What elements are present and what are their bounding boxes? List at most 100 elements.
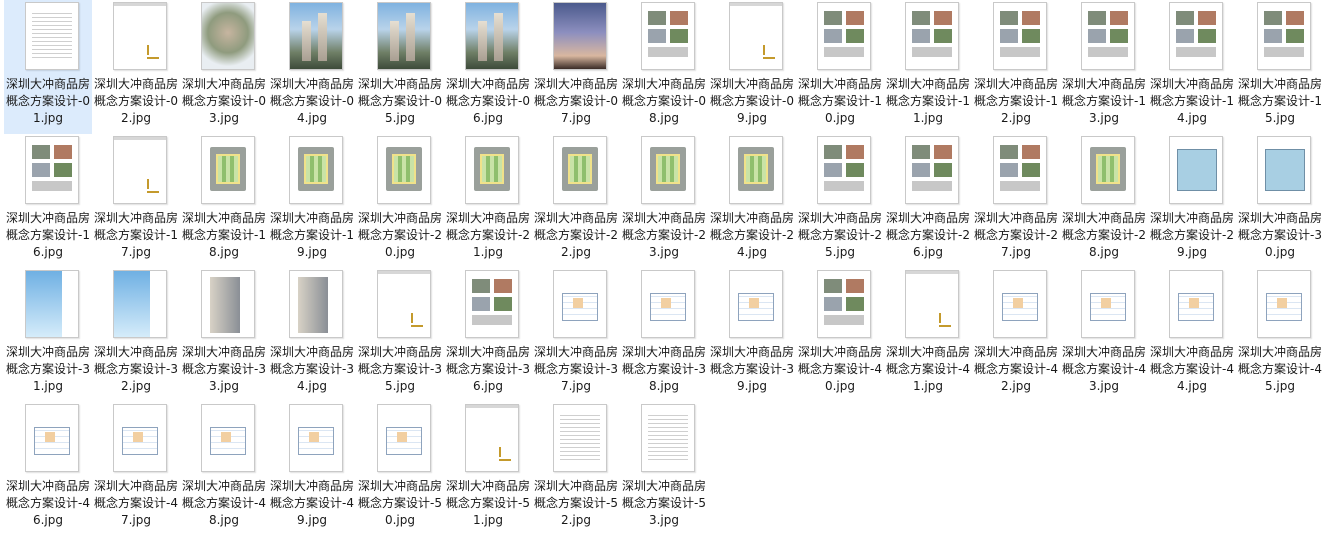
file-item[interactable]: 深圳大冲商品房概念方案设计-27.jpg — [972, 134, 1060, 268]
file-item[interactable]: 深圳大冲商品房概念方案设计-44.jpg — [1148, 268, 1236, 402]
file-item[interactable]: 深圳大冲商品房概念方案设计-29.jpg — [1148, 134, 1236, 268]
file-thumbnail — [1257, 2, 1311, 70]
file-name-label: 深圳大冲商品房概念方案设计-49.jpg — [269, 479, 354, 527]
file-item[interactable]: 深圳大冲商品房概念方案设计-13.jpg — [1060, 0, 1148, 134]
file-item[interactable]: 深圳大冲商品房概念方案设计-46.jpg — [4, 402, 92, 536]
file-item[interactable]: 深圳大冲商品房概念方案设计-38.jpg — [620, 268, 708, 402]
file-thumbnail — [1169, 2, 1223, 70]
file-item[interactable]: 深圳大冲商品房概念方案设计-20.jpg — [356, 134, 444, 268]
file-item[interactable]: 深圳大冲商品房概念方案设计-51.jpg — [444, 402, 532, 536]
file-item[interactable]: 深圳大冲商品房概念方案设计-48.jpg — [180, 402, 268, 536]
file-thumbnail — [993, 270, 1047, 338]
file-item[interactable]: 深圳大冲商品房概念方案设计-37.jpg — [532, 268, 620, 402]
file-item[interactable]: 深圳大冲商品房概念方案设计-31.jpg — [4, 268, 92, 402]
file-name-label: 深圳大冲商品房概念方案设计-24.jpg — [709, 211, 794, 259]
file-name-label: 深圳大冲商品房概念方案设计-41.jpg — [885, 345, 970, 393]
file-name-label: 深圳大冲商品房概念方案设计-45.jpg — [1237, 345, 1322, 393]
file-thumbnail — [1081, 136, 1135, 204]
file-item[interactable]: 深圳大冲商品房概念方案设计-05.jpg — [356, 0, 444, 134]
file-thumbnail — [1169, 136, 1223, 204]
file-name-label: 深圳大冲商品房概念方案设计-01.jpg — [5, 77, 90, 125]
file-item[interactable]: 深圳大冲商品房概念方案设计-43.jpg — [1060, 268, 1148, 402]
file-name-label: 深圳大冲商品房概念方案设计-52.jpg — [533, 479, 618, 527]
file-thumbnail — [201, 270, 255, 338]
file-item[interactable]: 深圳大冲商品房概念方案设计-39.jpg — [708, 268, 796, 402]
file-item[interactable]: 深圳大冲商品房概念方案设计-12.jpg — [972, 0, 1060, 134]
file-item[interactable]: 深圳大冲商品房概念方案设计-03.jpg — [180, 0, 268, 134]
file-thumbnail — [817, 270, 871, 338]
file-item[interactable]: 深圳大冲商品房概念方案设计-49.jpg — [268, 402, 356, 536]
file-item[interactable]: 深圳大冲商品房概念方案设计-01.jpg — [4, 0, 92, 134]
file-item[interactable]: 深圳大冲商品房概念方案设计-32.jpg — [92, 268, 180, 402]
file-name-label: 深圳大冲商品房概念方案设计-31.jpg — [5, 345, 90, 393]
file-item[interactable]: 深圳大冲商品房概念方案设计-24.jpg — [708, 134, 796, 268]
file-name-label: 深圳大冲商品房概念方案设计-15.jpg — [1237, 77, 1322, 125]
file-item[interactable]: 深圳大冲商品房概念方案设计-07.jpg — [532, 0, 620, 134]
file-item[interactable]: 深圳大冲商品房概念方案设计-04.jpg — [268, 0, 356, 134]
file-name-label: 深圳大冲商品房概念方案设计-43.jpg — [1061, 345, 1146, 393]
file-name-label: 深圳大冲商品房概念方案设计-47.jpg — [93, 479, 178, 527]
file-item[interactable]: 深圳大冲商品房概念方案设计-10.jpg — [796, 0, 884, 134]
file-thumbnail — [641, 2, 695, 70]
file-item[interactable]: 深圳大冲商品房概念方案设计-22.jpg — [532, 134, 620, 268]
file-name-label: 深圳大冲商品房概念方案设计-25.jpg — [797, 211, 882, 259]
file-item[interactable]: 深圳大冲商品房概念方案设计-08.jpg — [620, 0, 708, 134]
file-item[interactable]: 深圳大冲商品房概念方案设计-28.jpg — [1060, 134, 1148, 268]
file-thumbnail — [553, 404, 607, 472]
file-item[interactable]: 深圳大冲商品房概念方案设计-19.jpg — [268, 134, 356, 268]
file-item[interactable]: 深圳大冲商品房概念方案设计-42.jpg — [972, 268, 1060, 402]
file-name-label: 深圳大冲商品房概念方案设计-53.jpg — [621, 479, 706, 527]
file-item[interactable]: 深圳大冲商品房概念方案设计-11.jpg — [884, 0, 972, 134]
file-thumbnail — [465, 2, 519, 70]
file-item[interactable]: 深圳大冲商品房概念方案设计-26.jpg — [884, 134, 972, 268]
file-name-label: 深圳大冲商品房概念方案设计-40.jpg — [797, 345, 882, 393]
file-name-label: 深圳大冲商品房概念方案设计-26.jpg — [885, 211, 970, 259]
file-thumbnail — [817, 2, 871, 70]
file-item[interactable]: 深圳大冲商品房概念方案设计-35.jpg — [356, 268, 444, 402]
file-item[interactable]: 深圳大冲商品房概念方案设计-17.jpg — [92, 134, 180, 268]
file-name-label: 深圳大冲商品房概念方案设计-18.jpg — [181, 211, 266, 259]
file-item[interactable]: 深圳大冲商品房概念方案设计-47.jpg — [92, 402, 180, 536]
file-item[interactable]: 深圳大冲商品房概念方案设计-21.jpg — [444, 134, 532, 268]
file-thumbnail — [905, 270, 959, 338]
file-name-label: 深圳大冲商品房概念方案设计-07.jpg — [533, 77, 618, 125]
file-item[interactable]: 深圳大冲商品房概念方案设计-14.jpg — [1148, 0, 1236, 134]
file-name-label: 深圳大冲商品房概念方案设计-16.jpg — [5, 211, 90, 259]
file-name-label: 深圳大冲商品房概念方案设计-29.jpg — [1149, 211, 1234, 259]
file-item[interactable]: 深圳大冲商品房概念方案设计-06.jpg — [444, 0, 532, 134]
file-item[interactable]: 深圳大冲商品房概念方案设计-18.jpg — [180, 134, 268, 268]
file-item[interactable]: 深圳大冲商品房概念方案设计-34.jpg — [268, 268, 356, 402]
file-item[interactable]: 深圳大冲商品房概念方案设计-45.jpg — [1236, 268, 1324, 402]
file-name-label: 深圳大冲商品房概念方案设计-50.jpg — [357, 479, 442, 527]
file-name-label: 深圳大冲商品房概念方案设计-12.jpg — [973, 77, 1058, 125]
file-item[interactable]: 深圳大冲商品房概念方案设计-36.jpg — [444, 268, 532, 402]
file-name-label: 深圳大冲商品房概念方案设计-11.jpg — [885, 77, 970, 125]
file-item[interactable]: 深圳大冲商品房概念方案设计-50.jpg — [356, 402, 444, 536]
file-thumbnail — [729, 2, 783, 70]
file-item[interactable]: 深圳大冲商品房概念方案设计-30.jpg — [1236, 134, 1324, 268]
file-name-label: 深圳大冲商品房概念方案设计-35.jpg — [357, 345, 442, 393]
file-thumbnail — [553, 136, 607, 204]
file-item[interactable]: 深圳大冲商品房概念方案设计-16.jpg — [4, 134, 92, 268]
file-item[interactable]: 深圳大冲商品房概念方案设计-41.jpg — [884, 268, 972, 402]
file-thumbnail — [201, 136, 255, 204]
file-item[interactable]: 深圳大冲商品房概念方案设计-52.jpg — [532, 402, 620, 536]
file-thumbnail — [113, 404, 167, 472]
file-item[interactable]: 深圳大冲商品房概念方案设计-15.jpg — [1236, 0, 1324, 134]
file-name-label: 深圳大冲商品房概念方案设计-14.jpg — [1149, 77, 1234, 125]
file-item[interactable]: 深圳大冲商品房概念方案设计-53.jpg — [620, 402, 708, 536]
file-thumbnail — [289, 404, 343, 472]
file-thumbnail — [905, 2, 959, 70]
file-name-label: 深圳大冲商品房概念方案设计-51.jpg — [445, 479, 530, 527]
file-item[interactable]: 深圳大冲商品房概念方案设计-33.jpg — [180, 268, 268, 402]
file-item[interactable]: 深圳大冲商品房概念方案设计-09.jpg — [708, 0, 796, 134]
file-thumbnail — [113, 136, 167, 204]
file-name-label: 深圳大冲商品房概念方案设计-34.jpg — [269, 345, 354, 393]
file-item[interactable]: 深圳大冲商品房概念方案设计-40.jpg — [796, 268, 884, 402]
file-thumbnail — [1257, 136, 1311, 204]
file-item[interactable]: 深圳大冲商品房概念方案设计-25.jpg — [796, 134, 884, 268]
file-thumbnail — [1169, 270, 1223, 338]
file-item[interactable]: 深圳大冲商品房概念方案设计-02.jpg — [92, 0, 180, 134]
file-item[interactable]: 深圳大冲商品房概念方案设计-23.jpg — [620, 134, 708, 268]
file-name-label: 深圳大冲商品房概念方案设计-20.jpg — [357, 211, 442, 259]
